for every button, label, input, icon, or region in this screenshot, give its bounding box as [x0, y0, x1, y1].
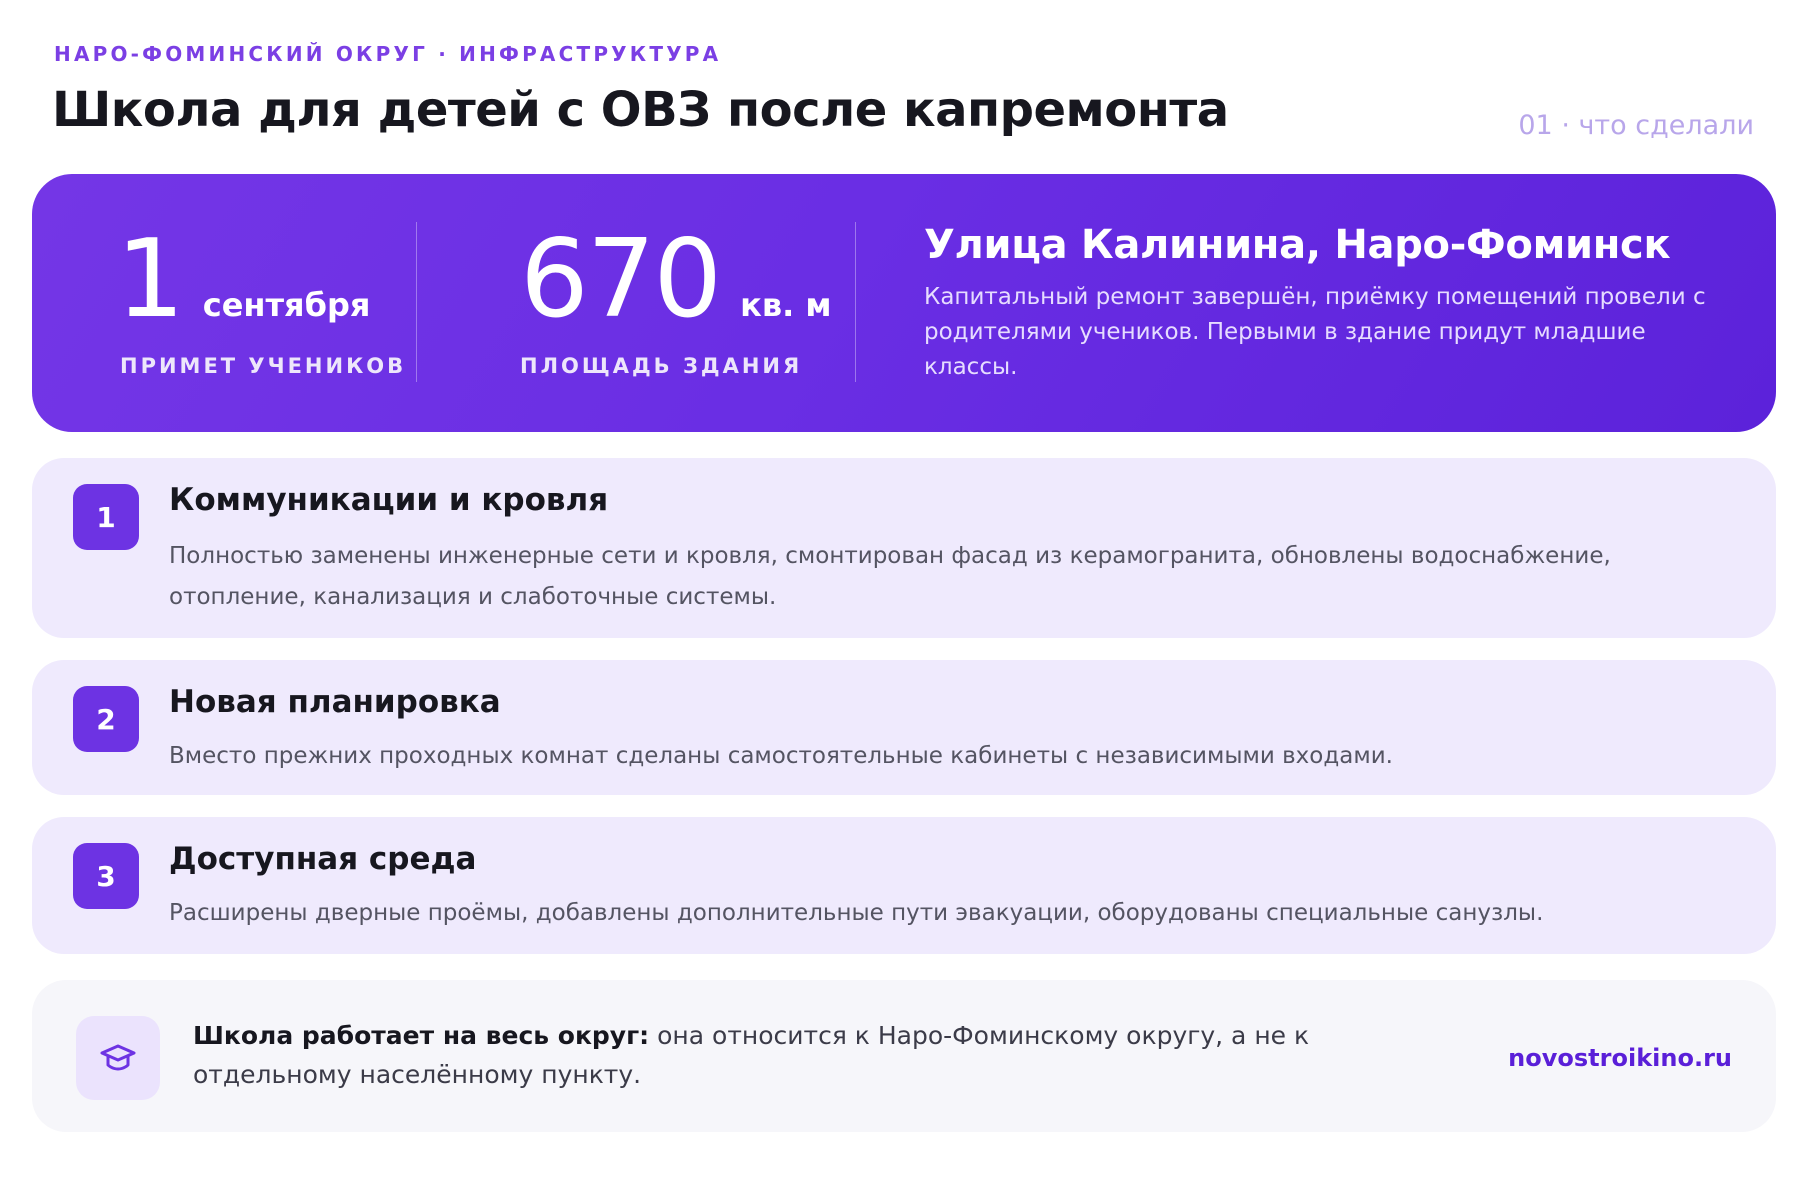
stat-divider: [416, 222, 417, 382]
footer-text: Школа работает на весь округ: она относи…: [193, 1016, 1463, 1094]
source-link[interactable]: novostroikino.ru: [1508, 1044, 1732, 1072]
header-kicker: НАРО-ФОМИНСКИЙ ОКРУГ · ИНФРАСТРУКТУРА: [54, 42, 722, 66]
graduation-cap-icon: [76, 1016, 160, 1100]
step-card-accessibility: 3 Доступная среда Расширены дверные проё…: [32, 817, 1776, 954]
hero-card: 1 сентября ПРИМЕТ УЧЕНИКОВ 670 кв. м ПЛОЩА…: [32, 174, 1776, 432]
footer-note: Школа работает на весь округ: она относи…: [32, 980, 1776, 1132]
stat-label: ПРИМЕТ УЧЕНИКОВ: [120, 354, 407, 378]
stat-value: 670: [520, 217, 722, 342]
step-card-communications: 1 Коммуникации и кровля Полностью замене…: [32, 458, 1776, 638]
step-description: Вместо прежних проходных комнат сделаны …: [169, 743, 1393, 769]
footer-lead: Школа работает на весь округ:: [193, 1021, 650, 1050]
step-description: Расширены дверные проёмы, добавлены допо…: [169, 900, 1544, 926]
step-number-badge: 1: [73, 484, 139, 550]
step-number-badge: 3: [73, 843, 139, 909]
step-description: Полностью заменены инженерные сети и кро…: [169, 543, 1611, 610]
step-card-layout: 2 Новая планировка Вместо прежних проход…: [32, 660, 1776, 795]
stat-value-row: 670 кв. м: [520, 226, 832, 334]
stat-start-date: 1 сентября ПРИМЕТ УЧЕНИКОВ: [88, 174, 418, 432]
stat-label: ПЛОЩАДЬ ЗДАНИЯ: [520, 354, 803, 378]
step-title: Доступная среда: [169, 841, 477, 877]
hero-text-block: Улица Калинина, Наро-Фоминск Капитальный…: [924, 222, 1744, 385]
hero-heading: Улица Калинина, Наро-Фоминск: [924, 222, 1671, 268]
stat-value: 1: [116, 217, 185, 342]
stat-unit: сентября: [202, 286, 371, 324]
stat-value-row: 1 сентября: [116, 226, 370, 334]
stat-divider: [855, 222, 856, 382]
step-title: Новая планировка: [169, 684, 501, 720]
hero-description: Капитальный ремонт завершён, приёмку пом…: [924, 284, 1706, 380]
page-title: Школа для детей с ОВЗ после капремонта: [52, 82, 1229, 138]
stat-unit: кв. м: [740, 286, 832, 324]
stat-area: 670 кв. м ПЛОЩАДЬ ЗДАНИЯ: [490, 174, 880, 432]
step-title: Коммуникации и кровля: [169, 482, 609, 518]
page-indicator: 01 · что сделали: [1518, 110, 1754, 141]
step-number-badge: 2: [73, 686, 139, 752]
